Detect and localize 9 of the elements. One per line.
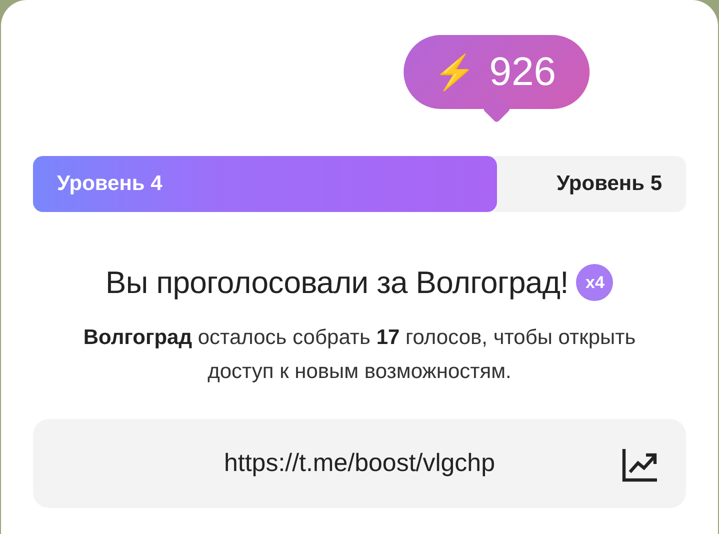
chart-icon[interactable]: [622, 448, 658, 482]
link-field[interactable]: https://t.me/boost/vlgchp: [33, 419, 686, 508]
description: Волгоград осталось собрать 17 голосов, чтобы открыть доступ к новым возможностям.: [82, 325, 637, 385]
multiplier-badge: x4: [576, 264, 614, 301]
boost-count: 926: [489, 50, 556, 94]
lightning-icon: ⚡: [433, 52, 476, 92]
current-level-label: Уровень 4: [57, 172, 162, 196]
title: Вы проголосовали за Волгоград!: [106, 264, 568, 300]
next-level-label: Уровень 5: [556, 172, 662, 196]
